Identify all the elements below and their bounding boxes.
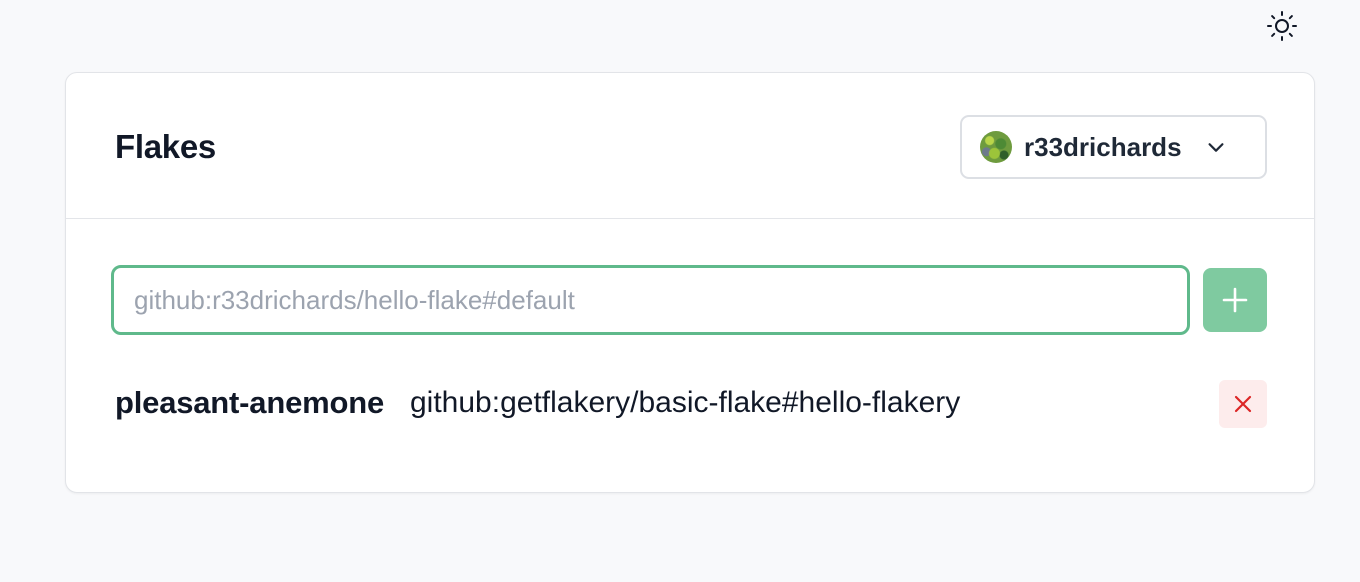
close-icon — [1234, 395, 1252, 413]
chevron-down-icon — [1204, 135, 1228, 159]
username-label: r33drichards — [1024, 131, 1182, 162]
add-flake-button[interactable] — [1203, 268, 1267, 332]
theme-toggle-button[interactable] — [1262, 6, 1302, 46]
flake-ref: github:getflakery/basic-flake#hello-flak… — [410, 386, 961, 419]
list-item: pleasant-anemone github:getflakery/basic… — [115, 379, 1267, 428]
card-header: Flakes r33drichards — [66, 73, 1314, 219]
flakes-card: Flakes r33drichards pleasant-anemone git… — [65, 72, 1315, 493]
sun-icon — [1267, 11, 1297, 41]
user-select-dropdown[interactable]: r33drichards — [960, 115, 1267, 179]
flake-name: pleasant-anemone — [115, 385, 384, 420]
avatar — [980, 131, 1012, 163]
delete-flake-button[interactable] — [1219, 380, 1267, 428]
page-title: Flakes — [115, 128, 216, 165]
add-flake-row — [111, 265, 1267, 335]
plus-icon — [1222, 287, 1248, 313]
flake-ref-input[interactable] — [111, 265, 1190, 335]
